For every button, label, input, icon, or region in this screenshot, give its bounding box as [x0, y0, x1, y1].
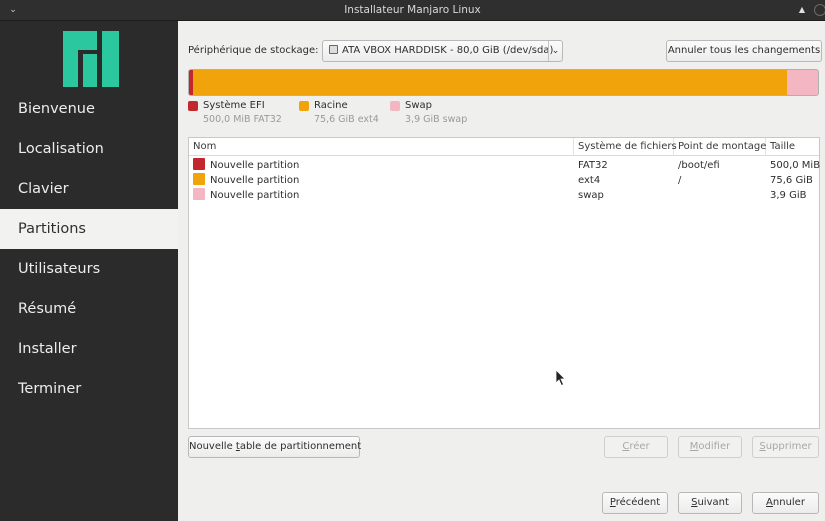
legend-info: 500,0 MiB FAT32 [203, 114, 282, 125]
partition-size-cell: 500,0 MiB [770, 160, 821, 171]
table-row[interactable]: Nouvelle partition FAT32 /boot/efi 500,0… [189, 158, 821, 173]
usage-bar-segment [192, 70, 788, 95]
storage-device-label: Périphérique de stockage: [188, 45, 319, 56]
partition-color-swatch [193, 173, 205, 185]
partition-usage-bar [188, 69, 819, 96]
main-pane: Périphérique de stockage: ATA VBOX HARDD… [178, 21, 825, 521]
window-title: Installateur Manjaro Linux [344, 4, 481, 16]
column-header-name[interactable]: Nom [189, 138, 574, 156]
harddisk-icon [329, 45, 338, 54]
table-header: Nom Système de fichiers Point de montage… [189, 138, 819, 156]
legend-swatch [390, 101, 400, 111]
chevron-down-icon[interactable]: ⌄ [548, 41, 562, 61]
back-button[interactable]: Précédent [602, 492, 668, 514]
next-button[interactable]: Suivant [678, 492, 742, 514]
partition-fs-cell: swap [578, 190, 604, 201]
partition-color-swatch [193, 188, 205, 200]
legend-name: Système EFI [203, 100, 265, 111]
partition-name-cell: Nouvelle partition [189, 158, 574, 173]
partition-name-cell: Nouvelle partition [189, 173, 574, 188]
maximize-icon[interactable]: ▲ [796, 4, 808, 16]
storage-row: Périphérique de stockage: ATA VBOX HARDD… [188, 40, 822, 62]
close-icon[interactable] [814, 4, 825, 16]
partition-fs-cell: FAT32 [578, 160, 608, 171]
storage-device-value: ATA VBOX HARDDISK - 80,0 GiB (/dev/sda) [342, 45, 554, 56]
table-row[interactable]: Nouvelle partition ext4 / 75,6 GiB [189, 173, 819, 188]
partition-name: Nouvelle partition [210, 160, 300, 171]
partition-color-swatch [193, 158, 205, 170]
sidebar-nav: Bienvenue Localisation Clavier Partition… [0, 89, 178, 409]
partition-mount-cell: / [678, 175, 682, 186]
mouse-cursor-icon [555, 369, 566, 387]
legend-name: Racine [314, 100, 348, 111]
sidebar-item-utilisateurs: Utilisateurs [18, 261, 101, 277]
partition-name: Nouvelle partition [210, 190, 300, 201]
partition-mount-cell [674, 188, 766, 203]
partition-size-cell: 75,6 GiB [770, 175, 813, 186]
modify-partition-button[interactable]: Modifier [678, 436, 742, 458]
create-partition-button[interactable]: Créer [604, 436, 668, 458]
sidebar-item-clavier: Clavier [18, 181, 69, 197]
partition-name-cell: Nouvelle partition [189, 188, 574, 203]
sidebar-item-bienvenue: Bienvenue [18, 101, 95, 117]
legend-info: 3,9 GiB swap [405, 114, 468, 125]
revert-all-changes-button[interactable]: Annuler tous les changements [666, 40, 822, 62]
sidebar-item-resume: Résumé [18, 301, 77, 317]
partitions-table[interactable]: Nom Système de fichiers Point de montage… [188, 137, 820, 429]
sidebar-item-installer: Installer [18, 341, 77, 357]
sidebar: Bienvenue Localisation Clavier Partition… [0, 21, 178, 521]
column-header-size[interactable]: Taille [766, 138, 819, 156]
new-partition-table-button[interactable]: Nouvelle table de partitionnement [188, 436, 361, 458]
table-row[interactable]: Nouvelle partition swap 3,9 GiB [189, 188, 819, 203]
partition-mount-cell: /boot/efi [678, 160, 720, 171]
delete-partition-button[interactable]: Supprimer [752, 436, 819, 458]
legend-info: 75,6 GiB ext4 [314, 114, 379, 125]
manjaro-logo [63, 31, 119, 87]
column-header-filesystem[interactable]: Système de fichiers [574, 138, 677, 156]
cancel-button[interactable]: Annuler [752, 492, 819, 514]
sidebar-item-partitions: Partitions [0, 209, 178, 249]
legend-swatch [299, 101, 309, 111]
partition-size-cell: 3,9 GiB [770, 190, 807, 201]
usage-bar-segment [787, 70, 818, 95]
storage-device-select[interactable]: ATA VBOX HARDDISK - 80,0 GiB (/dev/sda) … [322, 40, 563, 62]
partition-name: Nouvelle partition [210, 175, 300, 186]
partition-legend: Système EFI 500,0 MiB FAT32 Racine 75,6 … [188, 100, 818, 130]
sidebar-item-terminer: Terminer [18, 381, 82, 397]
sidebar-item-localisation: Localisation [18, 141, 104, 157]
partition-fs-cell: ext4 [578, 175, 601, 186]
column-header-mountpoint[interactable]: Point de montage [674, 138, 766, 156]
legend-name: Swap [405, 100, 433, 111]
legend-swatch [188, 101, 198, 111]
window-titlebar: ⌄ Installateur Manjaro Linux ▲ [0, 0, 825, 21]
